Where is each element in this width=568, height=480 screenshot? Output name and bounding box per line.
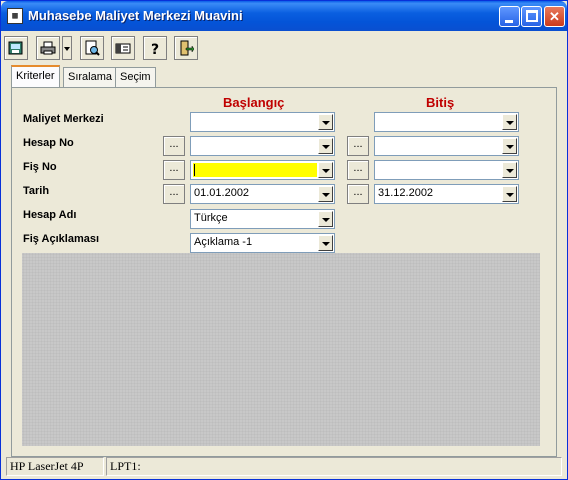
export-icon: [8, 41, 23, 55]
cost-center-start-combo[interactable]: [190, 112, 335, 132]
status-printer: HP LaserJet 4P: [6, 457, 104, 476]
report-window: ▦ Muhasebe Maliyet Merkezi Muavini ✕ ? K…: [0, 0, 568, 480]
account-name-combo[interactable]: Türkçe: [190, 209, 335, 229]
minimize-icon: [505, 20, 513, 23]
calculator-icon: ▦: [7, 8, 23, 24]
voucher-description-label: Fiş Açıklaması: [23, 233, 100, 245]
maximize-button[interactable]: [521, 6, 542, 27]
chevron-down-icon[interactable]: [502, 138, 517, 154]
tab-siralama[interactable]: Sıralama: [63, 67, 118, 87]
voucher-no-end-combo[interactable]: [374, 160, 519, 180]
voucher-no-start-combo[interactable]: [190, 160, 335, 180]
chevron-down-icon[interactable]: [318, 211, 333, 227]
tab-secim[interactable]: Seçim: [115, 67, 156, 87]
exit-icon: [180, 40, 194, 56]
chevron-down-icon[interactable]: [318, 138, 333, 154]
chevron-down-icon[interactable]: [502, 186, 517, 202]
start-header: Başlangıç: [223, 95, 285, 110]
card-button[interactable]: [111, 36, 135, 60]
date-label: Tarih: [23, 185, 50, 197]
account-no-label: Hesap No: [23, 137, 74, 149]
voucher-description-combo[interactable]: Açıklama -1: [190, 233, 335, 253]
export-button[interactable]: [4, 36, 28, 60]
chevron-down-icon[interactable]: [502, 114, 517, 130]
date-start-value: 01.01.2002: [194, 187, 250, 199]
account-no-start-picker-button[interactable]: ...: [163, 136, 185, 156]
account-name-value: Türkçe: [194, 212, 228, 224]
focus-highlight: [193, 163, 317, 177]
close-icon: ✕: [549, 9, 560, 24]
voucher-no-label: Fiş No: [23, 161, 57, 173]
maximize-icon: [526, 10, 538, 22]
card-icon: [115, 43, 131, 54]
date-end-value: 31.12.2002: [378, 187, 434, 199]
date-end-combo[interactable]: 31.12.2002: [374, 184, 519, 204]
tab-kriterler[interactable]: Kriterler: [11, 65, 60, 87]
help-button[interactable]: ?: [143, 36, 167, 60]
help-icon: ?: [151, 42, 159, 56]
date-end-picker-button[interactable]: ...: [347, 184, 369, 204]
cost-center-label: Maliyet Merkezi: [23, 113, 104, 125]
status-port: LPT1:: [106, 457, 562, 476]
title-bar[interactable]: ▦ Muhasebe Maliyet Merkezi Muavini ✕: [1, 1, 567, 31]
print-button[interactable]: [36, 36, 60, 60]
minimize-button[interactable]: [499, 6, 520, 27]
svg-text:?: ?: [151, 42, 159, 56]
window-title: Muhasebe Maliyet Merkezi Muavini: [28, 8, 243, 23]
account-no-end-picker-button[interactable]: ...: [347, 136, 369, 156]
account-no-end-combo[interactable]: [374, 136, 519, 156]
account-name-label: Hesap Adı: [23, 209, 77, 221]
end-header: Bitiş: [426, 95, 455, 110]
chevron-down-icon[interactable]: [318, 114, 333, 130]
chevron-down-icon[interactable]: [318, 186, 333, 202]
status-bar: HP LaserJet 4P LPT1:: [4, 457, 564, 477]
printer-icon: [40, 41, 56, 55]
text-caret: [194, 164, 195, 176]
chevron-down-icon[interactable]: [502, 162, 517, 178]
date-start-picker-button[interactable]: ...: [163, 184, 185, 204]
chevron-down-icon[interactable]: [318, 235, 333, 251]
exit-button[interactable]: [174, 36, 198, 60]
account-no-start-combo[interactable]: [190, 136, 335, 156]
chevron-down-icon[interactable]: [318, 162, 333, 178]
preview-icon: [85, 40, 100, 56]
preview-area: [22, 253, 540, 446]
voucher-no-start-picker-button[interactable]: ...: [163, 160, 185, 180]
cost-center-end-combo[interactable]: [374, 112, 519, 132]
date-start-combo[interactable]: 01.01.2002: [190, 184, 335, 204]
voucher-description-value: Açıklama -1: [194, 236, 253, 248]
toolbar: ?: [4, 34, 564, 64]
close-button[interactable]: ✕: [544, 6, 565, 27]
voucher-no-end-picker-button[interactable]: ...: [347, 160, 369, 180]
print-dropdown-button[interactable]: [62, 36, 72, 60]
preview-button[interactable]: [80, 36, 104, 60]
